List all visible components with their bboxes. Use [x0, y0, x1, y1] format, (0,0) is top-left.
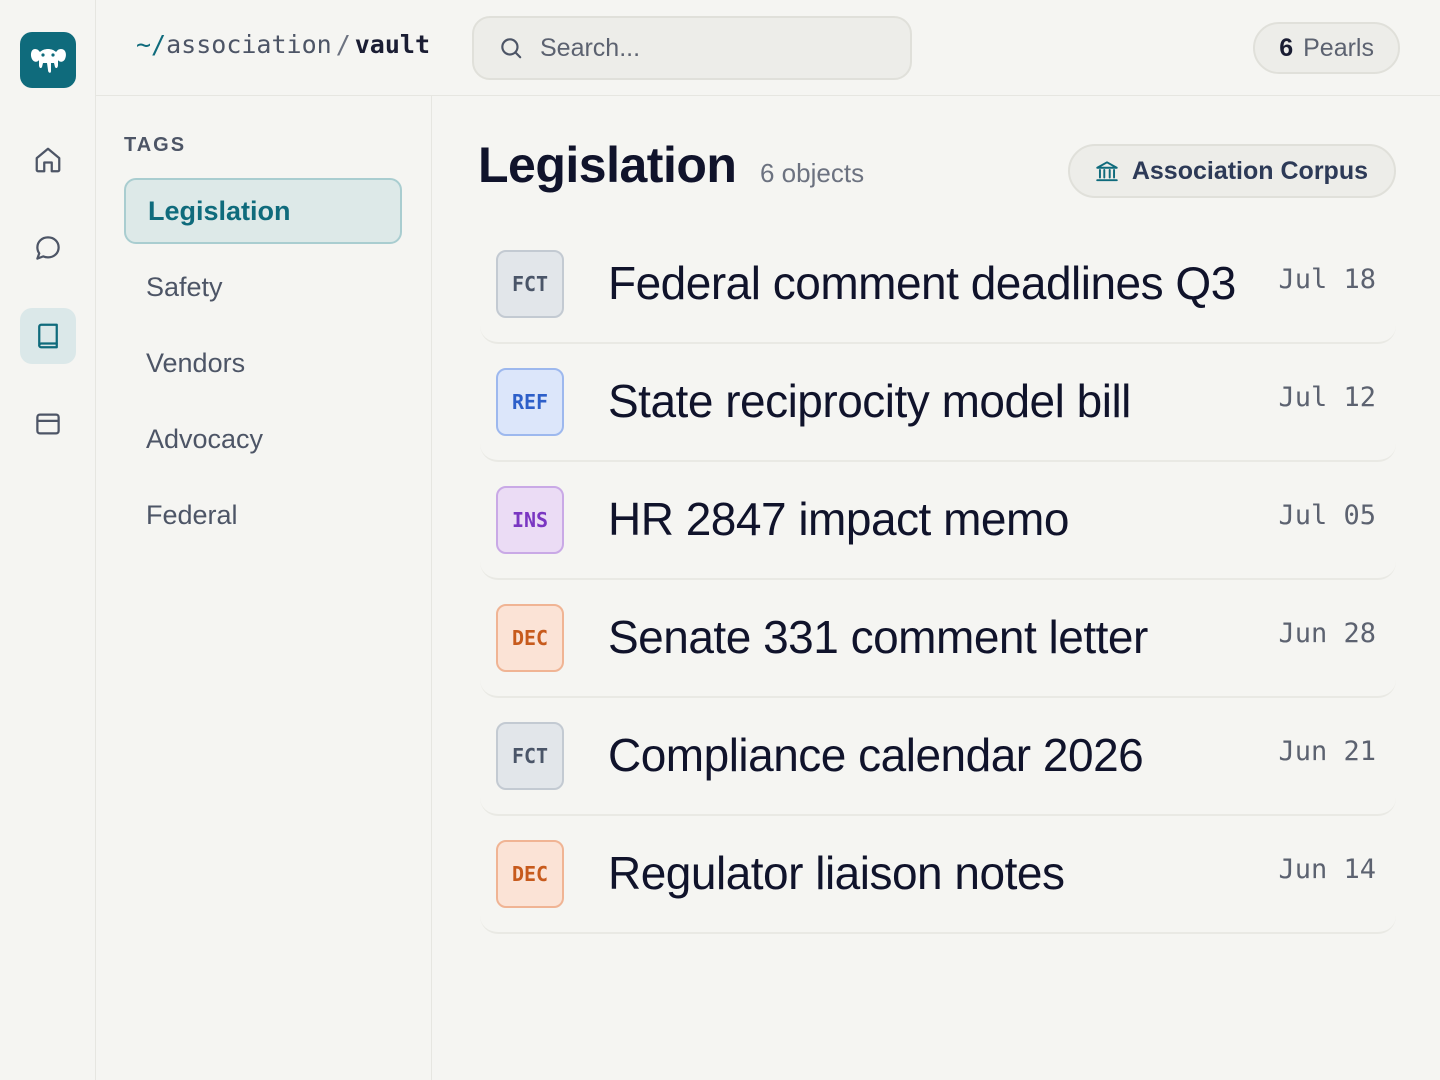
search-icon: [501, 38, 522, 59]
object-count: 6 objects: [760, 158, 865, 188]
elephant-icon: [31, 49, 66, 73]
breadcrumb-root[interactable]: ~/: [136, 30, 166, 59]
object-row[interactable]: DEC Regulator liaison notes Jun 14: [480, 816, 1396, 934]
main-content: Legislation 6 objects Association Corpus…: [432, 96, 1440, 1080]
association-corpus-label: Association Corpus: [1131, 156, 1368, 185]
pearls-label: Pearls: [1303, 33, 1374, 62]
object-date: Jun 14: [1278, 854, 1376, 885]
archive-icon: [36, 413, 60, 435]
search-box[interactable]: [472, 16, 912, 80]
breadcrumb: ~/association / vault: [136, 30, 430, 59]
object-date: Jun 28: [1278, 618, 1376, 649]
tag-item-vendors[interactable]: Vendors: [124, 330, 402, 396]
object-date: Jul 05: [1278, 500, 1376, 531]
object-list: FCT Federal comment deadlines Q3 Jul 18 REF…: [480, 226, 1396, 934]
object-title: Compliance calendar 2026: [608, 729, 1144, 781]
pearls-counter[interactable]: 6 Pearls: [1253, 22, 1400, 74]
tag-item-federal[interactable]: Federal: [124, 482, 402, 548]
book-icon: [38, 323, 58, 349]
search-input[interactable]: [540, 33, 880, 63]
home-icon: [35, 147, 61, 173]
tag-item-legislation[interactable]: Legislation: [124, 178, 402, 244]
app-logo[interactable]: [20, 32, 76, 88]
object-title: State reciprocity model bill: [608, 375, 1131, 427]
breadcrumb-current: vault: [354, 30, 431, 59]
object-date: Jun 21: [1278, 736, 1376, 767]
page-title: Legislation: [478, 137, 737, 193]
tags-panel: TAGS Legislation Safety Vendors Advocacy Fed…: [96, 96, 432, 1080]
association-corpus-button[interactable]: Association Corpus: [1067, 144, 1396, 198]
rail-home-button[interactable]: [20, 132, 76, 188]
pearls-count: 6: [1279, 33, 1294, 62]
object-row[interactable]: FCT Compliance calendar 2026 Jun 21: [480, 698, 1396, 816]
object-date: Jul 18: [1278, 264, 1376, 295]
bank-icon: [1096, 161, 1118, 182]
icon-rail: [0, 0, 96, 1080]
tag-item-advocacy[interactable]: Advocacy: [124, 406, 402, 472]
type-badge: DEC: [496, 840, 564, 908]
object-row[interactable]: INS HR 2847 impact memo Jul 05: [480, 462, 1396, 580]
top-bar: ~/association/vault 6 Pearls: [96, 0, 1440, 96]
object-title: Federal comment deadlines Q3: [608, 257, 1236, 309]
breadcrumb-separator: /: [335, 30, 351, 59]
object-title: Regulator liaison notes: [608, 847, 1065, 899]
tags-heading: TAGS: [124, 134, 187, 156]
rail-archive-button[interactable]: [20, 396, 76, 452]
object-row[interactable]: REF State reciprocity model bill Jul 12: [480, 344, 1396, 462]
object-date: Jul 12: [1278, 382, 1376, 413]
type-badge: FCT: [496, 250, 564, 318]
type-badge: FCT: [496, 722, 564, 790]
type-badge: INS: [496, 486, 564, 554]
object-title: Senate 331 comment letter: [608, 611, 1148, 663]
tag-item-safety[interactable]: Safety: [124, 254, 402, 320]
object-title: HR 2847 impact memo: [608, 493, 1069, 545]
breadcrumb-parent[interactable]: association: [166, 30, 332, 59]
object-row[interactable]: FCT Federal comment deadlines Q3 Jul 18: [480, 226, 1396, 344]
rail-vault-button[interactable]: [20, 308, 76, 364]
object-row[interactable]: DEC Senate 331 comment letter Jun 28: [480, 580, 1396, 698]
rail-chat-button[interactable]: [20, 220, 76, 276]
chat-icon: [36, 236, 60, 260]
type-badge: REF: [496, 368, 564, 436]
app-window: ~/association/vault 6 Pearls TAGS Legisl…: [0, 0, 1440, 1080]
type-badge: DEC: [496, 604, 564, 672]
